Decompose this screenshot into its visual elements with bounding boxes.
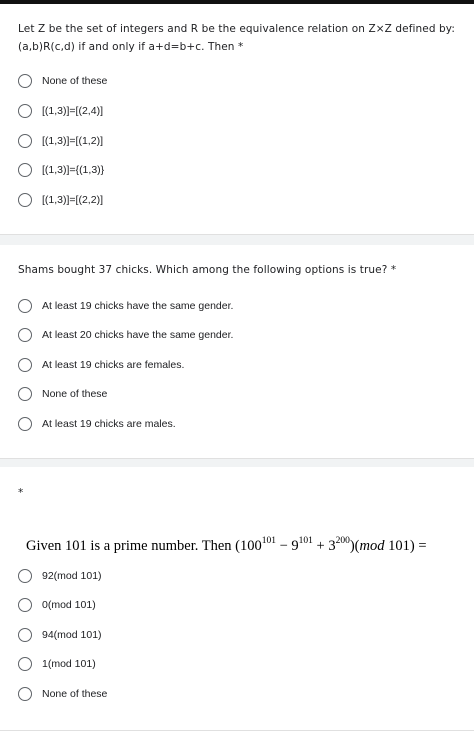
math-suffix: 101) = bbox=[384, 537, 427, 554]
option-q2-3[interactable]: At least 19 chicks are females. bbox=[18, 353, 184, 377]
option-label: 94(mod 101) bbox=[42, 629, 102, 641]
option-label: None of these bbox=[42, 388, 108, 400]
radio-icon[interactable] bbox=[18, 628, 32, 642]
option-label: [(1,3)]=[(2,4)] bbox=[42, 105, 103, 117]
radio-icon[interactable] bbox=[18, 104, 32, 118]
option-label: None of these bbox=[42, 75, 108, 87]
radio-icon[interactable] bbox=[18, 598, 32, 612]
option-label: At least 19 chicks have the same gender. bbox=[42, 300, 234, 312]
option-label: None of these bbox=[42, 688, 108, 700]
option-label: At least 19 chicks are females. bbox=[42, 359, 185, 371]
question-card-3: * Given 101 is a prime number. Then (100… bbox=[0, 467, 474, 731]
math-text: )( bbox=[349, 537, 360, 554]
option-label: [(1,3)]=[(1,2)] bbox=[42, 135, 103, 147]
option-label: 92(mod 101) bbox=[42, 570, 102, 582]
option-label: 0(mod 101) bbox=[42, 599, 96, 611]
required-marker: * bbox=[390, 264, 397, 276]
option-q2-2[interactable]: At least 20 chicks have the same gender. bbox=[18, 323, 233, 347]
option-q1-4[interactable]: [(1,3)]={(1,3)} bbox=[18, 158, 104, 182]
question-2-body: Shams bought 37 chicks. Which among the … bbox=[18, 264, 388, 276]
option-q1-5[interactable]: [(1,3)]=[(2,2)] bbox=[18, 188, 103, 212]
card-separator bbox=[0, 235, 474, 245]
radio-icon[interactable] bbox=[18, 657, 32, 671]
math-prefix: Given 101 is a prime number. Then (100 bbox=[26, 537, 262, 554]
radio-icon[interactable] bbox=[18, 358, 32, 372]
radio-icon[interactable] bbox=[18, 417, 32, 431]
math-exponent: 200 bbox=[335, 536, 350, 546]
option-q2-1[interactable]: At least 19 chicks have the same gender. bbox=[18, 294, 233, 318]
option-q2-5[interactable]: At least 19 chicks are males. bbox=[18, 412, 176, 436]
option-q1-3[interactable]: [(1,3)]=[(1,2)] bbox=[18, 129, 103, 153]
option-q2-4[interactable]: None of these bbox=[18, 382, 107, 406]
option-q1-2[interactable]: [(1,3)]=[(2,4)] bbox=[18, 99, 103, 123]
option-label: [(1,3)]=[(2,2)] bbox=[42, 194, 103, 206]
question-1-text: Let Z be the set of integers and R be th… bbox=[18, 20, 460, 56]
radio-icon[interactable] bbox=[18, 328, 32, 342]
option-q3-5[interactable]: None of these bbox=[18, 682, 107, 706]
option-q3-4[interactable]: 1(mod 101) bbox=[18, 652, 96, 676]
option-label: 1(mod 101) bbox=[42, 658, 96, 670]
radio-icon[interactable] bbox=[18, 569, 32, 583]
radio-icon[interactable] bbox=[18, 193, 32, 207]
radio-icon[interactable] bbox=[18, 134, 32, 148]
math-text: − 9 bbox=[275, 537, 299, 554]
radio-icon[interactable] bbox=[18, 74, 32, 88]
required-marker: * bbox=[238, 41, 244, 53]
question-3-math: Given 101 is a prime number. Then (10010… bbox=[26, 536, 464, 555]
card-separator bbox=[0, 459, 474, 467]
option-q1-1[interactable]: None of these bbox=[18, 69, 107, 93]
question-card-1: Let Z be the set of integers and R be th… bbox=[0, 4, 474, 235]
option-label: At least 19 chicks are males. bbox=[42, 418, 176, 430]
math-text: + 3 bbox=[312, 537, 336, 554]
radio-icon[interactable] bbox=[18, 387, 32, 401]
math-exponent: 101 bbox=[261, 536, 276, 546]
radio-icon[interactable] bbox=[18, 163, 32, 177]
math-exponent: 101 bbox=[298, 536, 313, 546]
option-q3-3[interactable]: 94(mod 101) bbox=[18, 623, 102, 647]
option-label: [(1,3)]={(1,3)} bbox=[42, 164, 105, 176]
radio-icon[interactable] bbox=[18, 687, 32, 701]
option-q3-1[interactable]: 92(mod 101) bbox=[18, 564, 102, 588]
option-q3-2[interactable]: 0(mod 101) bbox=[18, 593, 96, 617]
math-mod: mod bbox=[359, 537, 385, 554]
option-label: At least 20 chicks have the same gender. bbox=[42, 329, 234, 341]
question-3-required: * bbox=[18, 484, 460, 502]
required-marker: * bbox=[18, 487, 24, 499]
question-card-2: Shams bought 37 chicks. Which among the … bbox=[0, 245, 474, 459]
radio-icon[interactable] bbox=[18, 299, 32, 313]
question-1-body: Let Z be the set of integers and R be th… bbox=[18, 23, 455, 53]
question-2-text: Shams bought 37 chicks. Which among the … bbox=[18, 261, 460, 279]
